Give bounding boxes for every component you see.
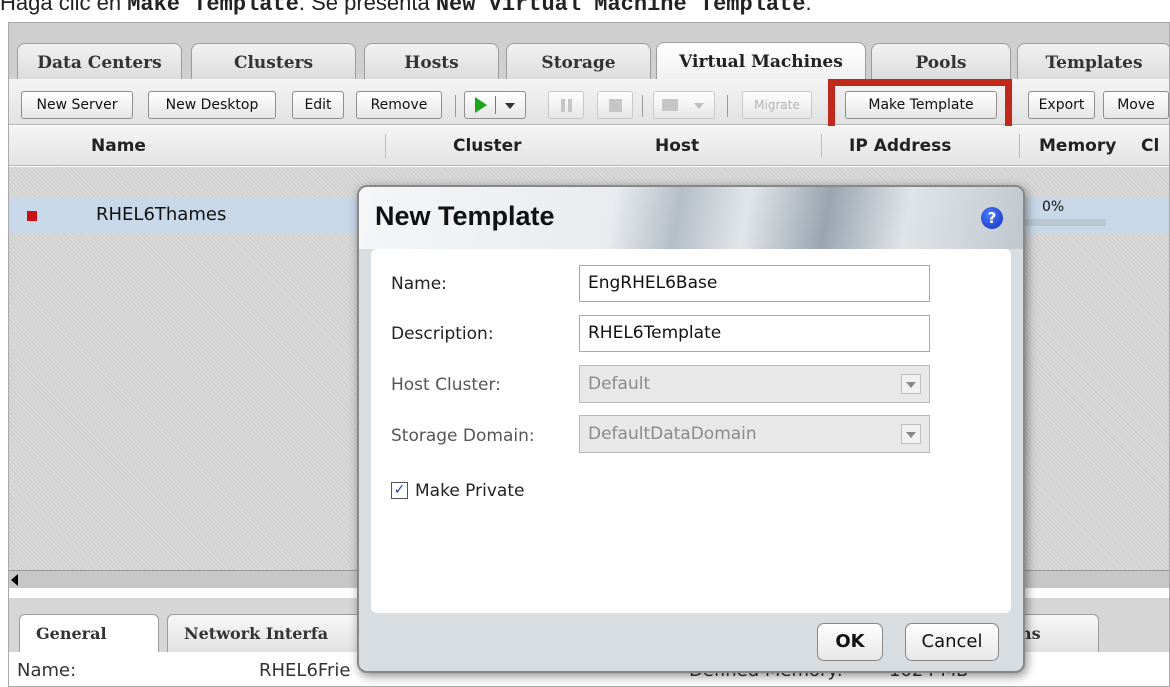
new-template-dialog: New Template ? Name: EngRHEL6Base Descri… [357,185,1025,673]
dialog-header: New Template ? [359,187,1023,249]
dropdown-arrow-icon[interactable] [901,374,921,394]
vm-name-cell: RHEL6Thames [96,204,227,225]
stop-icon [609,99,622,112]
pause-button[interactable] [548,91,584,119]
remove-button[interactable]: Remove [356,91,442,119]
edit-button[interactable]: Edit [292,91,344,119]
make-template-button[interactable]: Make Template [845,91,997,119]
tab-storage[interactable]: Storage [506,43,651,79]
host-cluster-label: Host Cluster: [391,375,501,395]
column-header-ip-address[interactable]: IP Address [837,126,1017,166]
main-tab-strip: Data Centers Clusters Hosts Storage Virt… [9,23,1169,80]
column-header-host[interactable]: Host [643,126,823,166]
cancel-button[interactable]: Cancel [905,623,999,661]
caption-prefix: Haga clic en [0,0,122,15]
detail-name-label: Name: [17,660,77,681]
memory-usage-bar [1021,219,1106,226]
tab-applications[interactable]: ns [1019,614,1099,652]
run-split-button[interactable] [464,91,526,119]
new-server-button[interactable]: New Server [21,91,133,119]
caption-suffix: . [805,0,812,15]
make-private-label[interactable]: Make Private [415,474,524,508]
export-button[interactable]: Export [1028,91,1095,119]
console-split-button[interactable] [653,91,715,119]
dialog-body: Name: EngRHEL6Base Description: RHEL6Tem… [371,249,1011,613]
detail-name-value: RHEL6Frie [259,660,351,681]
column-header-cluster[interactable]: Cluster [441,126,641,166]
vm-status-stopped-icon [27,211,37,221]
vm-grid-header: Name Cluster Host IP Address Memory Cl [9,126,1169,166]
caption-middle: . Se presenta [298,0,430,15]
make-private-checkbox[interactable]: ✓ [391,482,408,499]
pause-icon [561,99,565,112]
scroll-left-icon[interactable] [11,574,18,586]
name-label: Name: [391,274,447,294]
tab-network-interfaces[interactable]: Network Interfa [167,614,367,652]
tab-data-centers[interactable]: Data Centers [17,43,182,79]
caption-command-new-vm-template: New Virtual Machine Template [435,0,806,17]
column-header-memory[interactable]: Memory [1027,126,1137,166]
column-header-name[interactable]: Name [79,126,384,166]
help-icon[interactable]: ? [981,207,1003,229]
play-icon [475,97,487,113]
tab-virtual-machines[interactable]: Virtual Machines [656,42,866,80]
caption-line: Haga clic en Make Template. Se presenta … [0,0,1170,20]
chevron-down-icon [505,103,515,109]
ok-button[interactable]: OK [817,623,883,661]
tab-hosts[interactable]: Hosts [364,43,499,79]
chevron-down-icon [694,103,704,109]
dropdown-arrow-icon[interactable] [901,424,921,444]
toolbar-separator [727,95,728,117]
caption-command-make-template: Make Template [127,0,299,17]
storage-domain-select[interactable]: DefaultDataDomain [579,415,930,453]
storage-domain-value: DefaultDataDomain [588,424,757,444]
description-field[interactable]: RHEL6Template [579,315,930,352]
toolbar-separator [455,95,456,117]
stop-button[interactable] [597,91,633,119]
new-desktop-button[interactable]: New Desktop [148,91,276,119]
host-cluster-select[interactable]: Default [579,365,930,403]
column-header-cpu[interactable]: Cl [1135,126,1169,166]
name-field[interactable]: EngRHEL6Base [579,265,930,302]
description-label: Description: [391,324,494,344]
tab-general[interactable]: General [19,614,159,652]
vm-toolbar: New Server New Desktop Edit Remove Migra… [9,79,1169,125]
split-divider [495,96,496,114]
tab-pools[interactable]: Pools [871,43,1011,79]
toolbar-separator [642,95,643,117]
move-button[interactable]: Move [1103,91,1169,119]
migrate-button[interactable]: Migrate [742,91,812,119]
dialog-title: New Template [375,201,555,231]
host-cluster-value: Default [588,374,651,394]
storage-domain-label: Storage Domain: [391,426,535,446]
console-icon [662,99,678,111]
tab-clusters[interactable]: Clusters [191,43,356,79]
tab-templates[interactable]: Templates [1017,43,1169,79]
